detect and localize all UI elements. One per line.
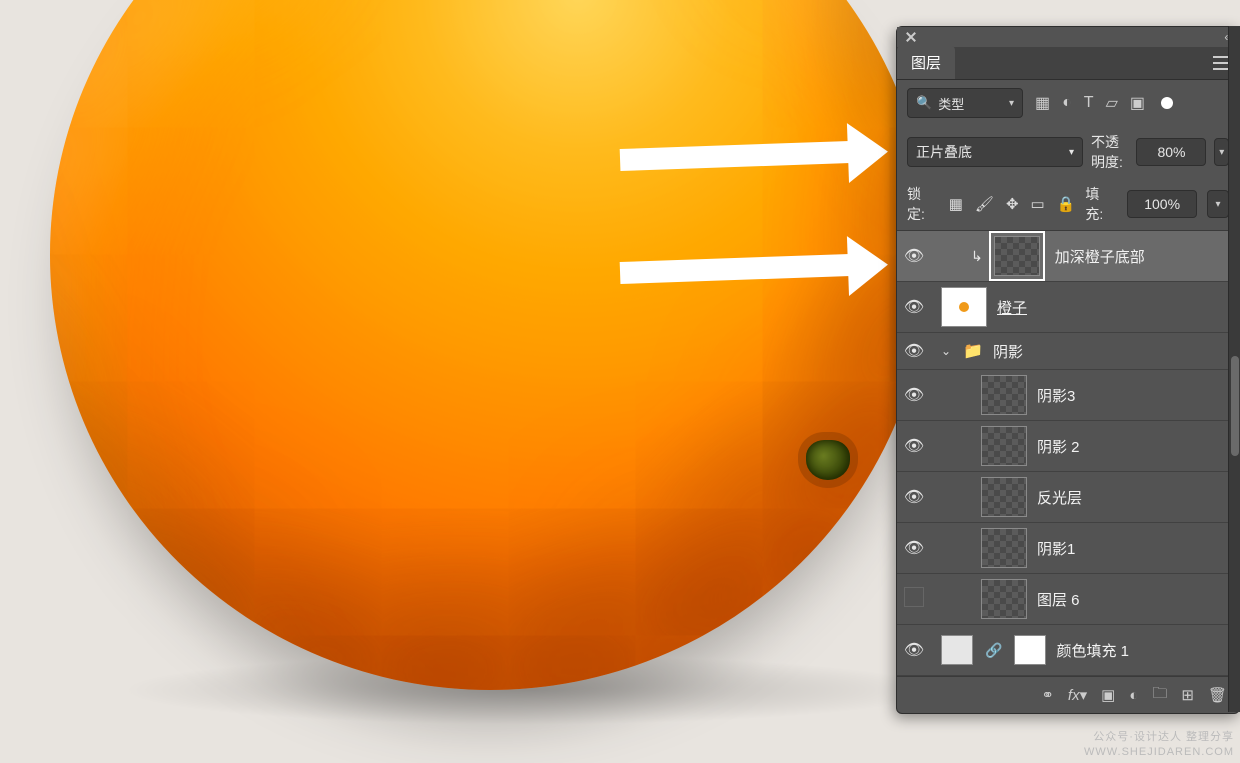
layer-fx-icon[interactable]: fx▾ (1068, 686, 1087, 704)
adjustment-layer-icon[interactable]: ◐ (1129, 687, 1138, 704)
layer-row[interactable]: 图层 6 (897, 574, 1239, 625)
visibility-toggle[interactable]: 👁 (897, 297, 931, 317)
clip-icon: ↳ (971, 248, 983, 265)
layer-name[interactable]: 阴影 2 (1037, 436, 1080, 457)
layer-name[interactable]: 橙子 (997, 297, 1027, 318)
watermark-line2: WWW.SHEJIDAREN.COM (1084, 745, 1234, 759)
link-layers-icon[interactable]: ⚭ (1041, 686, 1054, 704)
search-icon: 🔍 (916, 95, 932, 111)
visibility-toggle[interactable]: 👁 (897, 341, 931, 361)
layer-thumbnail-selected[interactable] (989, 231, 1045, 281)
lock-row: 锁定: ▦ 🖌 ✥ ▭ 🔒 填充: 100% ▾ (897, 178, 1239, 230)
chevron-down-icon: ▾ (1009, 98, 1014, 109)
close-icon[interactable] (905, 31, 917, 43)
filter-type-icons: ▦ ◐ T ▱ ▣ (1035, 93, 1173, 113)
layer-group-row[interactable]: 👁 ⌄ 📁 阴影 (897, 333, 1239, 370)
layer-name[interactable]: 阴影1 (1037, 538, 1075, 559)
layer-name[interactable]: 图层 6 (1037, 589, 1080, 610)
folder-icon: 📁 (963, 341, 983, 361)
fill-stepper[interactable]: ▾ (1207, 190, 1229, 218)
layer-row[interactable]: 👁 阴影3 (897, 370, 1239, 421)
watermark-line1: 公众号·设计达人 整理分享 (1084, 730, 1234, 744)
filter-type-select[interactable]: 🔍 类型 ▾ (907, 88, 1023, 118)
mask-thumbnail[interactable] (1014, 635, 1046, 665)
visibility-toggle[interactable]: 👁 (897, 436, 931, 456)
layer-row[interactable]: 👁 阴影1 (897, 523, 1239, 574)
blend-mode-select[interactable]: 正片叠底 ▾ (907, 137, 1083, 167)
chevron-down-icon[interactable]: ⌄ (941, 344, 951, 358)
visibility-toggle[interactable]: 👁 (897, 385, 931, 405)
tab-layers[interactable]: 图层 (897, 46, 955, 79)
lock-label: 锁定: (907, 184, 939, 224)
layer-row[interactable]: 👁 🔗 颜色填充 1 (897, 625, 1239, 676)
link-icon: 🔗 (985, 642, 1002, 659)
filter-text-icon[interactable]: T (1084, 94, 1094, 112)
fill-thumbnail[interactable] (941, 635, 973, 665)
layer-name[interactable]: 阴影 (993, 341, 1023, 362)
visibility-toggle[interactable]: 👁 (897, 538, 931, 558)
new-layer-icon[interactable]: ⊞ (1181, 686, 1194, 704)
panel-bottom-toolbar: ⚭ fx▾ ▣ ◐ 🗀 ⊞ 🗑 (897, 676, 1239, 713)
layer-row[interactable]: 👁 反光层 (897, 472, 1239, 523)
lock-transparency-icon[interactable]: ▦ (949, 195, 963, 213)
layer-row[interactable]: 👁 ↳ 加深橙子底部 (897, 231, 1239, 282)
layer-thumbnail[interactable] (981, 426, 1027, 466)
opacity-input[interactable]: 80% (1136, 138, 1206, 166)
filter-pixel-icon[interactable]: ▦ (1035, 93, 1050, 113)
scrollbar[interactable] (1228, 26, 1240, 712)
scrollbar-thumb[interactable] (1231, 356, 1239, 456)
watermark: 公众号·设计达人 整理分享 WWW.SHEJIDAREN.COM (1084, 730, 1234, 759)
lock-all-icon[interactable]: 🔒 (1057, 195, 1076, 213)
fill-input[interactable]: 100% (1127, 190, 1197, 218)
lock-artboard-icon[interactable]: ▭ (1031, 195, 1045, 213)
filter-label: 类型 (938, 94, 964, 113)
blend-row: 正片叠底 ▾ 不透明度: 80% ▾ (897, 126, 1239, 178)
visibility-toggle[interactable]: 👁 (897, 246, 931, 266)
chevron-down-icon: ▾ (1069, 147, 1074, 158)
visibility-toggle[interactable]: 👁 (897, 640, 931, 660)
filter-toggle-icon[interactable] (1161, 97, 1173, 109)
lock-position-icon[interactable]: ✥ (1006, 195, 1019, 213)
filter-row: 🔍 类型 ▾ ▦ ◐ T ▱ ▣ (897, 80, 1239, 126)
layer-thumbnail[interactable] (981, 579, 1027, 619)
new-group-icon[interactable]: 🗀 (1152, 683, 1167, 708)
lock-paint-icon[interactable]: 🖌 (975, 195, 994, 213)
layer-name[interactable]: 颜色填充 1 (1056, 640, 1129, 661)
opacity-label: 不透明度: (1091, 132, 1128, 172)
layer-thumbnail (994, 236, 1040, 276)
layer-row[interactable]: 👁 橙子 (897, 282, 1239, 333)
lock-icons: ▦ 🖌 ✥ ▭ 🔒 (949, 195, 1076, 213)
delete-layer-icon[interactable]: 🗑 (1208, 686, 1227, 704)
layer-thumbnail[interactable] (981, 375, 1027, 415)
visibility-toggle[interactable] (897, 587, 931, 612)
orange-image (50, 0, 930, 690)
layer-thumbnail[interactable] (981, 528, 1027, 568)
panel-titlebar: « (897, 27, 1239, 47)
filter-shape-icon[interactable]: ▱ (1106, 93, 1118, 113)
layers-panel: « 图层 🔍 类型 ▾ ▦ ◐ T ▱ ▣ 正片叠底 ▾ 不透明度: 80% ▾ (896, 26, 1240, 714)
layer-thumbnail[interactable] (941, 287, 987, 327)
layer-list: 👁 ↳ 加深橙子底部 👁 橙子 👁 ⌄ 📁 阴影 👁 阴影3 👁 (897, 230, 1239, 676)
layer-name[interactable]: 阴影3 (1037, 385, 1075, 406)
panel-tabs: 图层 (897, 47, 1239, 80)
layer-thumbnail[interactable] (981, 477, 1027, 517)
layer-row[interactable]: 👁 阴影 2 (897, 421, 1239, 472)
filter-adjust-icon[interactable]: ◐ (1062, 94, 1072, 112)
layer-name[interactable]: 加深橙子底部 (1055, 246, 1145, 267)
fill-label: 填充: (1085, 184, 1117, 224)
add-mask-icon[interactable]: ▣ (1101, 686, 1115, 704)
opacity-stepper[interactable]: ▾ (1214, 138, 1229, 166)
visibility-toggle[interactable]: 👁 (897, 487, 931, 507)
blend-mode-value: 正片叠底 (916, 142, 972, 162)
filter-smart-icon[interactable]: ▣ (1130, 93, 1145, 113)
layer-name[interactable]: 反光层 (1037, 487, 1082, 508)
